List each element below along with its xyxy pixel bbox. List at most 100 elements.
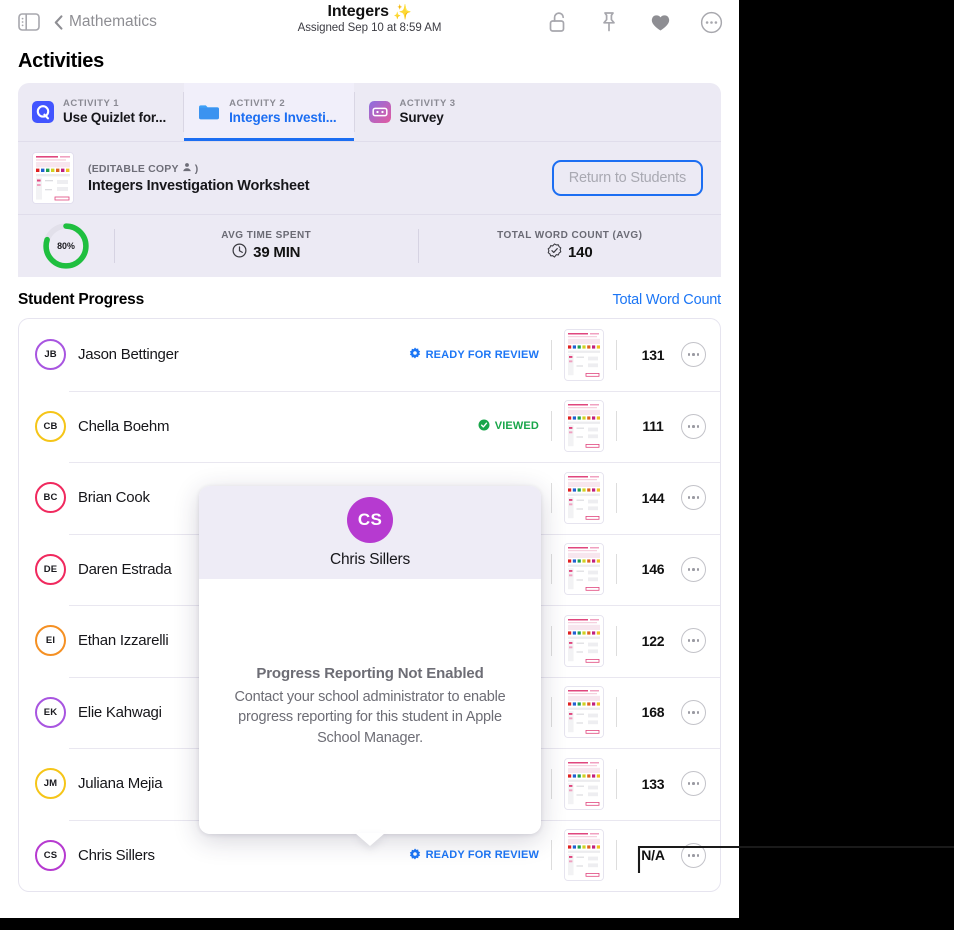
worksheet-thumbnail[interactable] — [32, 152, 74, 204]
worksheet-kicker-close: ) — [195, 163, 199, 175]
activity-tab-2-kicker: ACTIVITY 2 — [229, 98, 336, 109]
page-heading: Activities — [0, 44, 739, 83]
check-circle-icon — [478, 419, 490, 434]
stat-avg-time-value: 39 MIN — [253, 244, 300, 261]
row-more-icon[interactable] — [681, 485, 706, 510]
avatar: DE — [35, 554, 66, 585]
row-more-icon[interactable] — [681, 557, 706, 582]
activity-tab-2-label: Integers Investi... — [229, 110, 336, 126]
burst-icon — [409, 848, 421, 863]
activity-tab-1-label: Use Quizlet for... — [63, 110, 166, 126]
heart-icon[interactable] — [648, 10, 672, 34]
row-more-icon[interactable] — [681, 771, 706, 796]
student-popover: CS Chris Sillers Progress Reporting Not … — [199, 486, 541, 834]
more-icon[interactable] — [699, 10, 723, 34]
popover-tail — [355, 833, 385, 846]
screen: Mathematics Integers ✨ Assigned Sep 10 a… — [0, 0, 954, 930]
activity-tab-2[interactable]: ACTIVITY 2 Integers Investi... — [184, 83, 353, 141]
activity-tab-1-kicker: ACTIVITY 1 — [63, 98, 166, 109]
toolbar-actions — [546, 0, 723, 44]
avatar: BC — [35, 482, 66, 513]
row-divider — [616, 840, 617, 870]
return-to-students-button[interactable]: Return to Students — [552, 160, 703, 196]
assignment-subtitle: Assigned Sep 10 at 8:59 AM — [298, 22, 442, 34]
word-count-value: 133 — [629, 776, 677, 792]
stats-row: 80% AVG TIME SPENT 39 MIN — [18, 214, 721, 277]
stat-word-count-value: 140 — [568, 244, 592, 261]
total-word-count-link[interactable]: Total Word Count — [612, 292, 721, 308]
submission-thumbnail[interactable] — [564, 543, 604, 595]
pin-icon[interactable] — [597, 10, 621, 34]
stat-avg-time-label: AVG TIME SPENT — [221, 230, 311, 241]
avatar: JB — [35, 339, 66, 370]
word-count-value: 144 — [629, 490, 677, 506]
row-divider — [616, 626, 617, 656]
unlock-icon[interactable] — [546, 10, 570, 34]
popover-student-name: Chris Sillers — [330, 551, 410, 569]
avatar: EK — [35, 697, 66, 728]
popover-message: Contact your school administrator to ena… — [229, 687, 511, 749]
word-count-value: 146 — [629, 561, 677, 577]
row-divider — [616, 340, 617, 370]
activity-tabs: ACTIVITY 1 Use Quizlet for... ACTIVITY 2 — [18, 83, 721, 141]
avatar: CS — [35, 840, 66, 871]
word-count-value: N/A — [629, 847, 677, 863]
row-divider — [551, 769, 552, 799]
word-count-value: 111 — [629, 418, 677, 434]
student-progress-title: Student Progress — [18, 291, 144, 309]
row-more-icon[interactable] — [681, 414, 706, 439]
app-window: Mathematics Integers ✨ Assigned Sep 10 a… — [0, 0, 739, 918]
quizlet-icon — [32, 101, 54, 123]
row-divider — [616, 769, 617, 799]
activities-card: ACTIVITY 1 Use Quizlet for... ACTIVITY 2 — [18, 83, 721, 277]
submission-thumbnail[interactable] — [564, 329, 604, 381]
worksheet-kicker-text: (EDITABLE COPY — [88, 163, 179, 175]
word-count-value: 122 — [629, 633, 677, 649]
table-row[interactable]: JBJason BettingerREADY FOR REVIEW131 — [19, 319, 720, 391]
avatar: CB — [35, 411, 66, 442]
submission-thumbnail[interactable] — [564, 472, 604, 524]
chevron-left-icon — [54, 15, 63, 30]
page-title-text: Integers — [327, 3, 388, 21]
student-name: Jason Bettinger — [78, 346, 409, 363]
row-divider — [551, 483, 552, 513]
stat-avg-time-spent: AVG TIME SPENT 39 MIN — [115, 230, 418, 262]
row-more-icon[interactable] — [681, 628, 706, 653]
stat-total-word-count: TOTAL WORD COUNT (AVG) 140 — [419, 230, 722, 262]
row-divider — [551, 554, 552, 584]
back-button[interactable]: Mathematics — [54, 13, 157, 31]
seal-check-icon — [547, 243, 562, 262]
word-count-value: 168 — [629, 704, 677, 720]
table-row[interactable]: CB Chella Boehm VIEWED 111 — [19, 391, 720, 463]
row-divider — [616, 483, 617, 513]
student-progress-header: Student Progress Total Word Count — [18, 291, 721, 309]
popover-header: CS Chris Sillers — [199, 486, 541, 579]
status-badge-label: READY FOR REVIEW — [426, 849, 539, 861]
row-more-icon[interactable] — [681, 342, 706, 367]
status-badge-label: VIEWED — [495, 420, 539, 432]
row-divider — [551, 411, 552, 441]
submission-thumbnail[interactable] — [564, 400, 604, 452]
status-badge: READY FOR REVIEW — [409, 848, 539, 863]
activity-tab-3[interactable]: ACTIVITY 3 Survey — [355, 83, 473, 141]
submission-thumbnail[interactable] — [564, 829, 604, 881]
status-badge: READY FOR REVIEW — [409, 347, 539, 362]
submission-thumbnail[interactable] — [564, 758, 604, 810]
folder-icon — [198, 101, 220, 123]
status-badge-label: READY FOR REVIEW — [426, 349, 539, 361]
row-more-icon[interactable] — [681, 700, 706, 725]
submission-thumbnail[interactable] — [564, 686, 604, 738]
person-icon — [182, 162, 192, 175]
activity-tab-3-label: Survey — [400, 110, 456, 126]
completion-ring: 80% — [18, 221, 114, 271]
activity-tab-1[interactable]: ACTIVITY 1 Use Quizlet for... — [18, 83, 183, 141]
worksheet-row: (EDITABLE COPY ) Integers Investigation … — [18, 141, 721, 214]
student-name: Chella Boehm — [78, 418, 478, 435]
status-badge: VIEWED — [478, 419, 539, 434]
popover-avatar: CS — [347, 497, 393, 543]
toolbar: Mathematics Integers ✨ Assigned Sep 10 a… — [0, 0, 739, 44]
submission-thumbnail[interactable] — [564, 615, 604, 667]
sidebar-toggle-icon[interactable] — [18, 13, 40, 31]
row-more-icon[interactable] — [681, 843, 706, 868]
avatar: EI — [35, 625, 66, 656]
